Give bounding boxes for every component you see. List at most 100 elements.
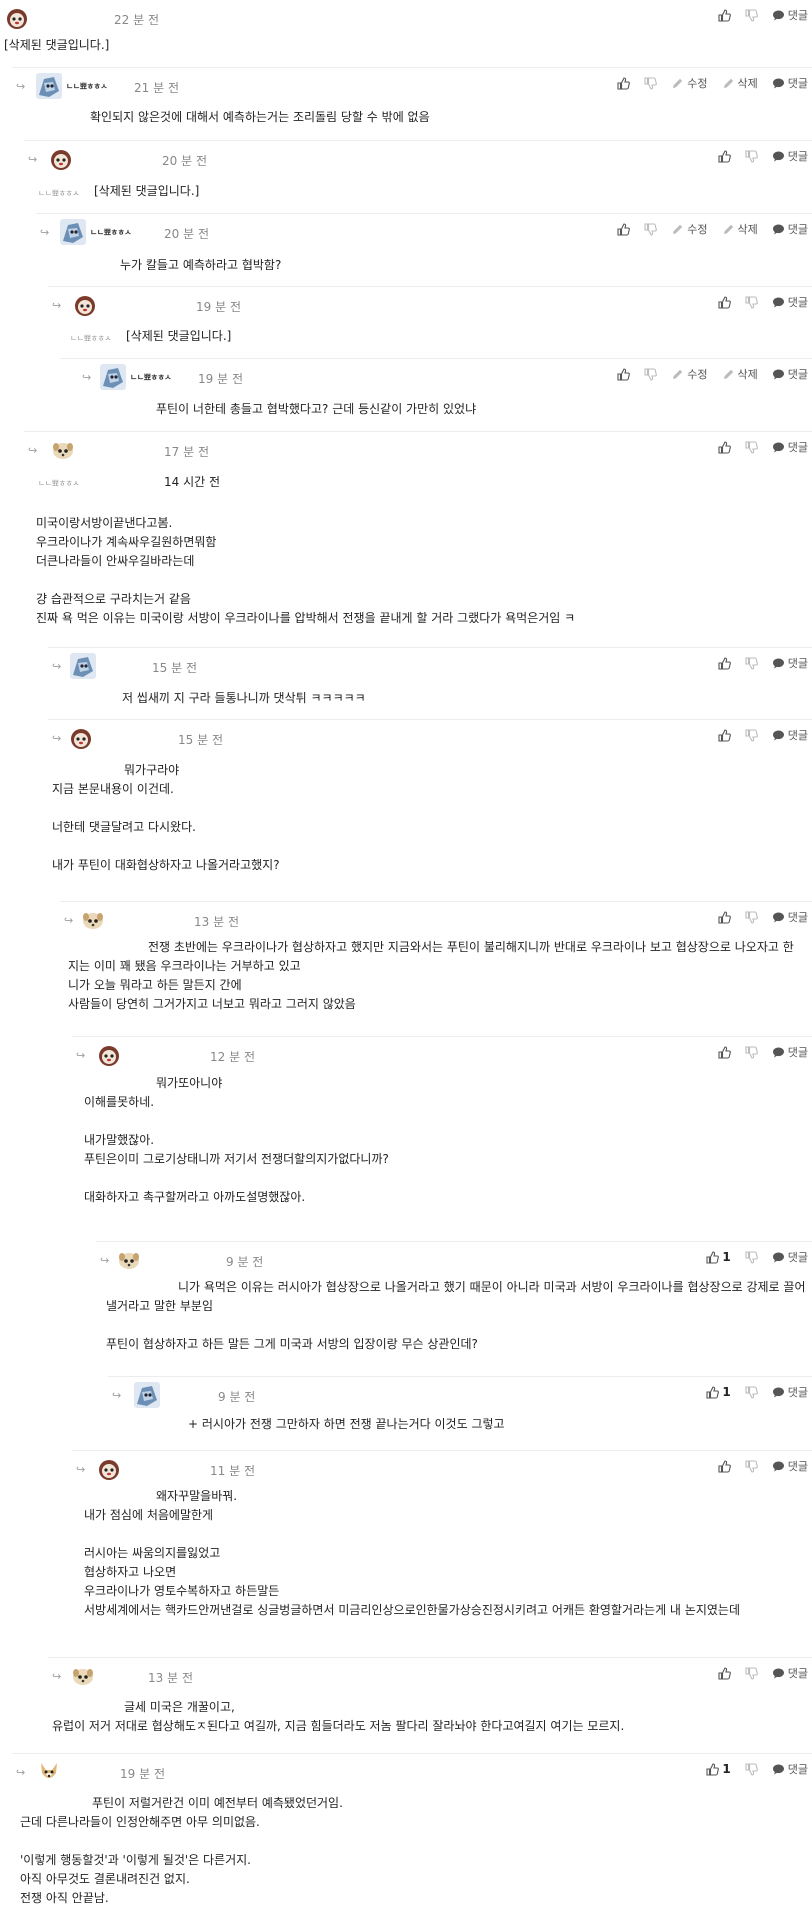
thumbs-down-icon (745, 295, 758, 309)
avatar[interactable] (60, 219, 86, 245)
delete-button[interactable]: 삭제 (722, 75, 758, 91)
thumbs-down-icon (745, 1385, 758, 1399)
reply-button[interactable]: 댓글 (772, 75, 808, 91)
comment: 22 분 전 댓글 [삭제된 댓글입니다.] (0, 0, 812, 67)
thumbs-up-icon (718, 440, 731, 454)
like-button[interactable]: 1 (706, 1385, 731, 1399)
dislike-button[interactable] (745, 910, 758, 924)
reply-button[interactable]: 댓글 (772, 1458, 808, 1474)
like-button[interactable]: 1 (706, 1762, 731, 1776)
reply-button[interactable]: 댓글 (772, 1384, 808, 1400)
comment-time: 9 분 전 (226, 1255, 264, 1269)
like-button[interactable] (718, 440, 731, 454)
like-button[interactable] (718, 295, 731, 309)
avatar[interactable] (68, 725, 94, 751)
avatar[interactable] (50, 437, 76, 463)
nickname[interactable]: ㄴㄴ뾰ㅎㅎㅅ (90, 227, 132, 238)
dislike-button[interactable] (644, 367, 658, 381)
comment-body: [삭제된 댓글입니다.] (4, 38, 110, 52)
dislike-button[interactable] (745, 656, 758, 670)
edit-label: 수정 (687, 77, 708, 90)
reply-button[interactable]: 댓글 (772, 1761, 808, 1777)
dislike-button[interactable] (644, 76, 658, 90)
reply-button[interactable]: 댓글 (772, 1044, 808, 1060)
dislike-button[interactable] (745, 1666, 758, 1680)
comment: ↪ 9 분 전 1 댓글 니가 욕먹은 이유는 러시아가 협상장으로 나올거라고… (96, 1241, 812, 1376)
comment-actions: 댓글 (718, 727, 808, 743)
avatar[interactable] (70, 1663, 96, 1689)
avatar[interactable] (36, 1759, 62, 1785)
dislike-button[interactable] (745, 1385, 758, 1399)
thumbs-up-icon (706, 1385, 720, 1399)
reply-button[interactable]: 댓글 (772, 294, 808, 310)
like-button[interactable] (718, 1045, 731, 1059)
edit-button[interactable]: 수정 (671, 221, 708, 237)
like-button[interactable] (718, 1666, 731, 1680)
like-button[interactable] (617, 76, 631, 90)
like-button[interactable] (718, 656, 731, 670)
comment-actions: 댓글 (718, 655, 808, 671)
comment-body: 니가 욕먹은 이유는 러시아가 협상장으로 나올거라고 했기 때문이 아니라 미… (106, 1280, 806, 1351)
delete-button[interactable]: 삭제 (722, 221, 758, 237)
pencil-icon (671, 223, 684, 236)
like-button[interactable] (718, 728, 731, 742)
reply-arrow-icon: ↪ (16, 80, 26, 93)
like-button[interactable] (718, 8, 731, 22)
edit-button[interactable]: 수정 (671, 366, 708, 382)
reply-button[interactable]: 댓글 (772, 655, 808, 671)
reply-button[interactable]: 댓글 (772, 148, 808, 164)
edit-button[interactable]: 수정 (671, 75, 708, 91)
reply-button[interactable]: 댓글 (772, 7, 808, 23)
reply-arrow-icon: ↪ (82, 371, 92, 384)
dislike-button[interactable] (745, 728, 758, 742)
comment-body: [삭제된 댓글입니다.] (126, 329, 232, 343)
speech-bubble-icon (772, 223, 785, 236)
dislike-button[interactable] (745, 1762, 758, 1776)
nickname[interactable]: ㄴㄴ뾰ㅎㅎㅅ (130, 372, 172, 383)
dislike-button[interactable] (745, 1045, 758, 1059)
dislike-button[interactable] (644, 222, 658, 236)
reply-button[interactable]: 댓글 (772, 909, 808, 925)
speech-bubble-icon (772, 9, 785, 22)
reply-button[interactable]: 댓글 (772, 727, 808, 743)
dislike-button[interactable] (745, 1459, 758, 1473)
reply-arrow-icon: ↪ (52, 1670, 62, 1683)
avatar[interactable] (48, 146, 74, 172)
dislike-button[interactable] (745, 295, 758, 309)
dislike-button[interactable] (745, 8, 758, 22)
avatar[interactable] (96, 1042, 122, 1068)
reply-button[interactable]: 댓글 (772, 366, 808, 382)
avatar[interactable] (4, 5, 30, 31)
like-button[interactable] (718, 149, 731, 163)
avatar[interactable] (96, 1456, 122, 1482)
like-button[interactable]: 1 (706, 1250, 731, 1264)
reply-button[interactable]: 댓글 (772, 1665, 808, 1681)
nickname[interactable]: ㄴㄴ뾰ㅎㅎㅅ (70, 333, 112, 344)
nickname[interactable]: ㄴㄴ뾰ㅎㅎㅅ (66, 81, 108, 92)
dislike-button[interactable] (745, 440, 758, 454)
comment: ↪ ㄴㄴ뾰ㅎㅎㅅ 21 분 전 수정 삭제 댓글 확인되지 않은것에 대해서 예… (12, 67, 812, 140)
reply-arrow-icon: ↪ (52, 299, 62, 312)
reply-button[interactable]: 댓글 (772, 1249, 808, 1265)
like-button[interactable] (718, 1459, 731, 1473)
avatar[interactable] (116, 1247, 142, 1273)
avatar[interactable] (70, 653, 96, 679)
thumbs-down-icon (745, 8, 758, 22)
reply-label: 댓글 (787, 657, 808, 670)
dislike-button[interactable] (745, 149, 758, 163)
reply-button[interactable]: 댓글 (772, 439, 808, 455)
dislike-button[interactable] (745, 1250, 758, 1264)
avatar[interactable] (134, 1382, 160, 1408)
avatar[interactable] (36, 73, 62, 99)
avatar[interactable] (80, 907, 106, 933)
comment-body: 푸틴이 저럴거란건 이미 예전부터 예측됐었던거임. 근데 다른나라들이 인정안… (20, 1796, 343, 1905)
like-button[interactable] (617, 367, 631, 381)
reply-button[interactable]: 댓글 (772, 221, 808, 237)
avatar[interactable] (100, 364, 126, 390)
nickname[interactable]: ㄴㄴ뾰ㅎㅎㅅ (38, 188, 80, 199)
like-button[interactable] (617, 222, 631, 236)
avatar[interactable] (72, 292, 98, 318)
nickname[interactable]: ㄴㄴ뾰ㅎㅎㅅ (38, 478, 80, 489)
like-button[interactable] (718, 910, 731, 924)
delete-button[interactable]: 삭제 (722, 366, 758, 382)
